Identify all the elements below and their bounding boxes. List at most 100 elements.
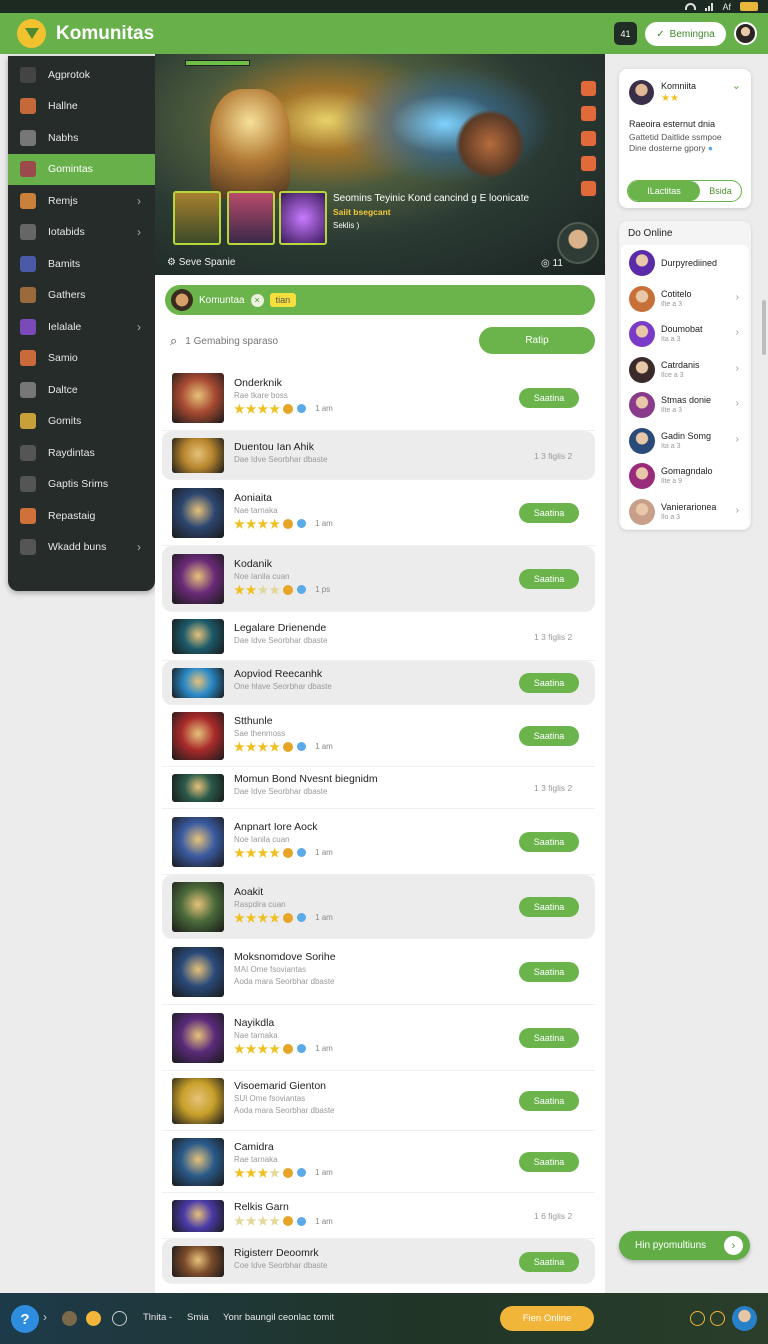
signal-icon [705,2,714,11]
list-item[interactable]: Kodanik Noe Ianila cuan ★ ★ ★ ★ 1 ps Saatina [162,546,595,612]
chevron-right-icon[interactable]: › [43,1310,47,1324]
join-button[interactable]: Saatina [519,388,579,408]
scrollbar[interactable] [762,300,766,355]
search-button[interactable]: Ratip [479,327,595,354]
list-item[interactable]: Rigisterr Deoomrk Coe Idve Seorbhar dbast… [162,1239,595,1284]
list-item[interactable]: Nayikdla Nae tarnaka ★ ★ ★ ★ 1 am Saatina [162,1005,595,1071]
sidebar-item[interactable]: Repastaig [8,500,155,532]
sidebar-item[interactable]: Raydintas [8,437,155,469]
filter-tag[interactable]: tian [269,293,297,307]
join-button[interactable]: Saatina [519,832,579,852]
top-bar: Komunitas 41 ✓ Bemingna [0,13,768,54]
find-online-button[interactable]: Fien Online [500,1306,594,1331]
header-action-button[interactable]: ✓ Bemingna [645,22,726,46]
hero-banner[interactable]: Seomins Teyinic Kond cancind g E loonica… [155,54,605,275]
list-item[interactable]: Anpnart Iore Aock Noe Ianila cuan ★ ★ ★ ★ 1 am… [162,809,595,875]
bottom-avatar[interactable] [732,1306,757,1331]
online-user[interactable]: Doumobat Ita a 3 › [621,316,749,352]
sidebar-item[interactable]: Hallne [8,91,155,123]
list-item[interactable]: Aoniaita Nae tarnaka ★ ★ ★ ★ 1 am Saatina [162,480,595,546]
close-icon[interactable]: × [250,293,264,307]
list-item-rating: ★ ★ ★ ★ 1 am [234,741,333,753]
join-button[interactable]: Saatina [519,1091,579,1111]
hero-icon [20,98,36,115]
coin-icon[interactable] [690,1311,705,1326]
chevron-right-icon: › [137,225,141,240]
sidebar-item-label: Gomits [48,415,82,428]
sidebar-item[interactable]: Gomits [8,406,155,438]
list-item[interactable]: Visoemarid Gienton SUI Ome fsoviantas Aoda… [162,1071,595,1131]
sidebar-item[interactable]: Daltce [8,374,155,406]
sidebar-item[interactable]: Gathers [8,280,155,312]
hero-card[interactable] [279,191,327,245]
logo-icon[interactable] [17,19,46,48]
online-user[interactable]: Gadin Somg Ita a 3 › [621,423,749,459]
notification-button[interactable]: 41 [614,22,637,45]
join-button[interactable]: Saatina [519,1152,579,1172]
sidebar-item[interactable]: Wkadd buns › [8,532,155,564]
online-user[interactable]: Vanierarionea Ilo a 3 › [621,494,749,530]
banner-footer[interactable]: ⚙ Seve Spanie [167,257,235,268]
list-item[interactable]: Legalare Drienende Dae Idve Seorbhar dbas… [162,612,595,661]
avatar [629,427,655,454]
filter-bar[interactable]: Komuntaa × tian [165,285,595,315]
toggle-option-off[interactable]: Bsida [700,181,741,201]
list-item-meta: 1 6 figlis 2 [534,1211,573,1221]
online-user[interactable]: Cotitelo Ilte a 3 › [621,281,749,317]
toggle-option-on[interactable]: ILactitas [628,181,700,201]
list-item[interactable]: Aopviod Reecanhk One hlave Seorbhar dbast… [162,661,595,705]
badge-icon [283,912,294,923]
list-item[interactable]: Camidra Rae tarnaka ★ ★ ★ ★ 1 am Saatina [162,1131,595,1193]
hero-card[interactable] [173,191,221,245]
sidebar-item[interactable]: Iotabids › [8,217,155,249]
sidebar-item[interactable]: Ielalale › [8,311,155,343]
refresh-icon[interactable] [710,1311,725,1326]
shield-icon [20,129,36,146]
sidebar-item[interactable]: Bamits [8,248,155,280]
hero-card[interactable] [227,191,275,245]
join-button[interactable]: Saatina [519,1028,579,1048]
sidebar-item[interactable]: Samio [8,343,155,375]
join-button[interactable]: Saatina [519,503,579,523]
star-icon: ★ [269,845,281,860]
smile-icon[interactable] [112,1311,127,1326]
online-user[interactable]: Stmas donie Ilte a 3 › [621,387,749,423]
profile-avatar[interactable] [629,80,654,105]
join-button[interactable]: Saatina [519,569,579,589]
list-item[interactable]: Stthunle Sae thenmoss ★ ★ ★ ★ 1 am Saatina [162,705,595,767]
list-item[interactable]: Onderknik Rae tkare boss ★ ★ ★ ★ 1 am Saatina [162,365,595,431]
join-button[interactable]: Saatina [519,897,579,917]
list-item[interactable]: Momun Bond Nvesnt biegnidm Dae Idve Seorb… [162,767,595,809]
list-item[interactable]: Relkis Garn ★ ★ ★ ★ 1 am 1 6 figlis 2 [162,1193,595,1239]
join-button[interactable]: Saatina [519,726,579,746]
star-icon: ★ [245,1214,257,1228]
join-button[interactable]: Saatina [519,1251,579,1272]
online-user[interactable]: Gomagndalo Ilte a 9 [621,458,749,494]
bottom-link-2[interactable]: Smia [187,1312,209,1323]
join-button[interactable]: Saatina [519,673,579,693]
banner-avatar[interactable] [557,222,599,264]
search-input[interactable] [185,335,476,347]
bottom-link-1[interactable]: Tlnita - [143,1312,172,1323]
sidebar-item-label: Samio [48,352,78,365]
user-avatar[interactable] [734,22,757,45]
globe-icon[interactable] [62,1311,77,1326]
list-item[interactable]: Aoakit Raspdira cuan ★ ★ ★ ★ 1 am Saatina [162,875,595,939]
sidebar-item[interactable]: Remjs › [8,185,155,217]
sidebar-item[interactable]: Nabhs [8,122,155,154]
sword-icon[interactable] [86,1311,101,1326]
list-item[interactable]: Duentou Ian Ahik Dae Idve Seorbhar dbaste… [162,431,595,480]
sidebar-item[interactable]: Gomintas [8,153,155,185]
online-user[interactable]: Durpyrediined [621,245,749,281]
sidebar-item[interactable]: Gaptis Srims [8,469,155,501]
list-item[interactable]: Moksnomdove Sorihe MAI Ome fsoviantas Aoda… [162,939,595,1005]
list-item-thumbnail [172,882,224,932]
join-button[interactable]: Saatina [519,962,579,982]
profile-toggle[interactable]: ILactitas Bsida [627,180,742,202]
chevron-down-icon[interactable]: ⌄ [732,79,741,92]
help-button[interactable]: ? [11,1305,39,1333]
search-icon [20,66,36,83]
online-user[interactable]: Catrdanis Ilce a 3 › [621,352,749,388]
floating-action-button[interactable]: Hin pyomultiuns › [619,1231,750,1260]
sidebar-item[interactable]: Agprotok [8,59,155,91]
